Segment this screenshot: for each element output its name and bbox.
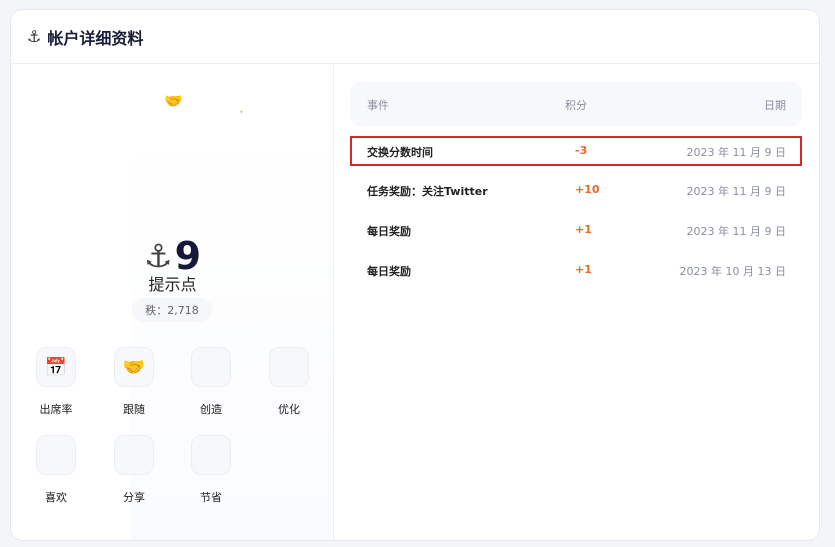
handshake-icon[interactable]: 🤝 [114,347,154,387]
table-row[interactable]: 每日奖励 +1 2023 年 11 月 9 日 [350,215,802,245]
header-event: 事件 [367,99,389,112]
table-row[interactable]: 任务奖励：关注Twitter +10 2023 年 11 月 9 日 [350,175,802,205]
action-label: 优化 [278,403,300,416]
decorative-band [128,112,228,120]
header-points: 积分 [565,99,587,112]
anchor-icon: ⚓ [27,27,42,46]
row-event: 每日奖励 [367,265,411,278]
action-create[interactable]: 创造 [180,347,242,417]
action-follow[interactable]: 🤝 跟随 [103,347,165,417]
calendar-icon[interactable]: 📅 [36,347,76,387]
sparkle-icon: ✦ [239,109,245,116]
optimize-icon[interactable] [269,347,309,387]
points-label: 提示点 [148,275,197,294]
action-attendance[interactable]: 📅 出席率 [25,347,87,417]
like-icon[interactable] [36,435,76,475]
points-history-panel: 事件 积分 日期 交换分数时间 -3 2023 年 11 月 9 日 任务奖励：… [335,65,819,540]
row-date: 2023 年 11 月 9 日 [686,146,786,159]
action-label: 创造 [200,403,222,416]
row-points: +1 [575,263,592,276]
create-icon[interactable] [191,347,231,387]
action-label: 出席率 [39,403,73,416]
share-icon[interactable] [114,435,154,475]
rank-badge: 秩：2,718 [132,298,212,322]
action-save[interactable]: 节省 [180,435,242,505]
row-event: 每日奖励 [367,225,411,238]
row-points: +1 [575,223,592,236]
row-date: 2023 年 10 月 13 日 [679,265,786,278]
anchor-icon: ⚓ [143,237,173,275]
table-header: 事件 积分 日期 [350,82,802,126]
row-date: 2023 年 11 月 9 日 [686,225,786,238]
action-label: 跟随 [123,403,145,416]
row-event: 任务奖励：关注Twitter [367,185,488,198]
handshake-icon: 🤝 [164,92,183,110]
save-icon[interactable] [191,435,231,475]
page-title: 帐户详细资料 [47,28,144,48]
action-label: 节省 [200,491,222,504]
account-details-card: ⚓ 帐户详细资料 🤝 ✦ ⚓ 9 提示点 秩：2,718 📅 出席率 🤝 跟随 … [10,9,820,541]
header-date: 日期 [764,99,786,112]
action-share[interactable]: 分享 [103,435,165,505]
action-label: 分享 [123,491,145,504]
row-points: -3 [575,144,588,157]
row-event: 交换分数时间 [367,146,433,159]
card-header: ⚓ 帐户详细资料 [11,10,819,64]
action-label: 喜欢 [45,491,67,504]
table-row[interactable]: 交换分数时间 -3 2023 年 11 月 9 日 [350,136,802,166]
row-date: 2023 年 11 月 9 日 [686,185,786,198]
action-optimize[interactable]: 优化 [258,347,320,417]
table-row[interactable]: 每日奖励 +1 2023 年 10 月 13 日 [350,255,802,285]
row-points: +10 [575,183,600,196]
action-like[interactable]: 喜欢 [25,435,87,505]
profile-panel: 🤝 ✦ ⚓ 9 提示点 秩：2,718 📅 出席率 🤝 跟随 创造 优化 喜欢 … [11,65,334,540]
